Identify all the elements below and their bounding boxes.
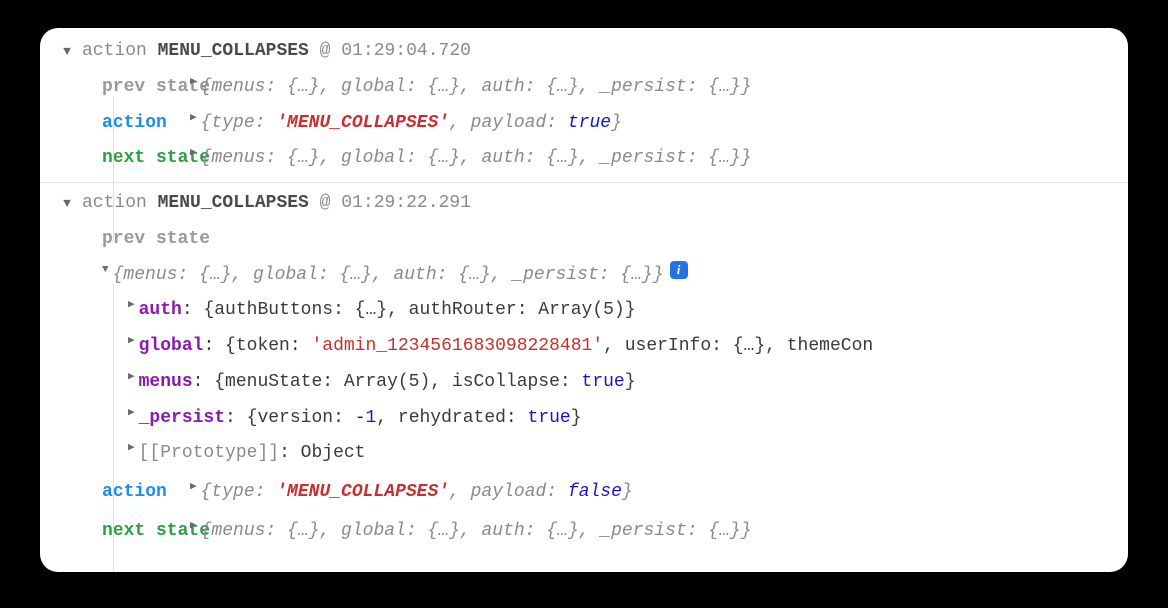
object-property-row[interactable]: [[Prototype]]: Object (40, 436, 1128, 472)
tree-guide-line (113, 284, 114, 572)
object-expanded-header[interactable]: {menus: {…}, global: {…}, auth: {…}, _pe… (40, 258, 1128, 294)
chevron-right-icon[interactable] (190, 517, 197, 535)
log-kind: action (82, 41, 147, 61)
action-name: MENU_COLLAPSES (158, 41, 309, 61)
chevron-down-icon[interactable] (102, 261, 109, 279)
object-summary: {type: 'MENU_COLLAPSES', payload: false} (201, 478, 633, 508)
chevron-right-icon[interactable] (128, 368, 135, 386)
next-state-label: next state (40, 517, 190, 547)
object-summary: {menus: {…}, global: {…}, auth: {…}, _pe… (201, 73, 752, 103)
next-state-row[interactable]: next state {menus: {…}, global: {…}, aut… (40, 511, 1128, 550)
chevron-right-icon[interactable] (190, 73, 197, 91)
object-property-row[interactable]: auth: {authButtons: {…}, authRouter: Arr… (40, 293, 1128, 329)
timestamp: 01:29:22.291 (341, 193, 471, 213)
action-label: action (40, 478, 190, 508)
console-panel: action MENU_COLLAPSES @ 01:29:04.720 pre… (40, 28, 1128, 572)
at-sign: @ (320, 41, 331, 61)
action-row[interactable]: action {type: 'MENU_COLLAPSES', payload:… (40, 472, 1128, 511)
action-row[interactable]: action {type: 'MENU_COLLAPSES', payload:… (40, 106, 1128, 142)
object-property-row[interactable]: menus: {menuState: Array(5), isCollapse:… (40, 365, 1128, 401)
action-name: MENU_COLLAPSES (158, 193, 309, 213)
object-summary: {menus: {…}, global: {…}, auth: {…}, _pe… (201, 517, 752, 547)
chevron-right-icon[interactable] (128, 332, 135, 350)
tree-guide-line (113, 97, 114, 242)
prev-state-label: prev state (40, 73, 190, 103)
chevron-right-icon[interactable] (190, 478, 197, 496)
action-label: action (40, 109, 190, 139)
log-kind: action (82, 193, 147, 213)
log-entry-header[interactable]: action MENU_COLLAPSES @ 01:29:22.291 (40, 183, 1128, 222)
object-property-row[interactable]: global: {token: 'admin_12345616830982284… (40, 329, 1128, 365)
chevron-right-icon[interactable] (190, 144, 197, 162)
prev-state-label: prev state (40, 225, 190, 255)
object-summary: {menus: {…}, global: {…}, auth: {…}, _pe… (201, 144, 752, 174)
chevron-right-icon[interactable] (128, 439, 135, 457)
chevron-right-icon[interactable] (190, 109, 197, 127)
prev-state-row[interactable]: prev state {menus: {…}, global: {…}, aut… (40, 70, 1128, 106)
chevron-down-icon[interactable] (58, 189, 76, 219)
chevron-right-icon[interactable] (128, 296, 135, 314)
prev-state-row[interactable]: prev state (40, 222, 1128, 258)
object-summary: {menus: {…}, global: {…}, auth: {…}, _pe… (113, 261, 664, 291)
next-state-label: next state (40, 144, 190, 174)
chevron-down-icon[interactable] (58, 37, 76, 67)
object-summary: {type: 'MENU_COLLAPSES', payload: true} (201, 109, 622, 139)
info-icon[interactable]: i (670, 261, 688, 279)
object-property-row[interactable]: _persist: {version: -1, rehydrated: true… (40, 401, 1128, 437)
log-entry-header[interactable]: action MENU_COLLAPSES @ 01:29:04.720 (40, 34, 1128, 70)
chevron-right-icon[interactable] (128, 404, 135, 422)
timestamp: 01:29:04.720 (341, 41, 471, 61)
at-sign: @ (320, 193, 331, 213)
next-state-row[interactable]: next state {menus: {…}, global: {…}, aut… (40, 141, 1128, 183)
